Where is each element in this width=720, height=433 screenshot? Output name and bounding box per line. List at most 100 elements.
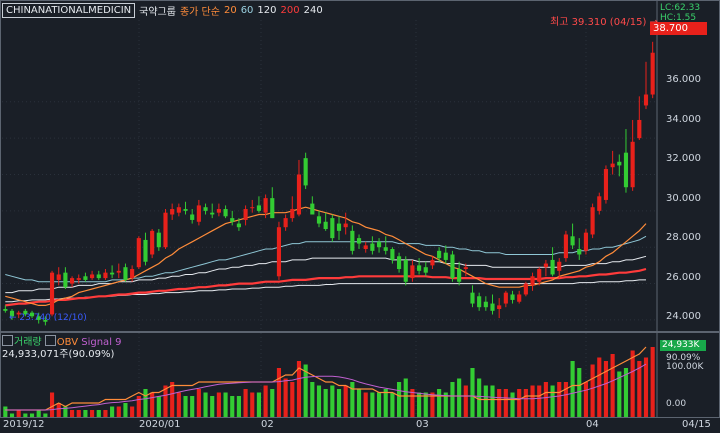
candle-body xyxy=(256,205,261,211)
group-name-label: 국약그룹 xyxy=(139,6,176,18)
candle-body xyxy=(90,274,95,279)
volume-bar xyxy=(603,361,609,417)
candle-body xyxy=(563,234,568,259)
volume-bar xyxy=(517,389,522,417)
current-price-tag: 38.700 xyxy=(650,22,707,35)
volume-bar xyxy=(457,378,462,417)
candle-body xyxy=(330,218,335,239)
candle-body xyxy=(49,272,55,315)
candle-body xyxy=(523,283,528,295)
volume-tag: 24,933K xyxy=(660,340,706,351)
volume-bar xyxy=(363,392,368,417)
candle-body xyxy=(296,174,302,215)
x-tick-label: 2020/01 xyxy=(139,419,181,430)
volume-bar xyxy=(610,354,615,417)
x-tick-label: 04 xyxy=(586,419,599,430)
x-tick-label: 04/15 xyxy=(682,419,711,430)
volume-bar xyxy=(170,382,175,417)
y-tick-label: 36.000 xyxy=(666,74,701,85)
volume-bar xyxy=(143,389,148,417)
candle-body xyxy=(203,207,208,211)
candle-body xyxy=(3,309,8,311)
candle-body xyxy=(623,152,629,188)
volume-bar xyxy=(243,389,248,417)
y-tick-label: 28.000 xyxy=(666,232,701,243)
candle-body xyxy=(243,209,248,220)
volume-axis-tick: 0.00 xyxy=(666,399,687,409)
candle-body xyxy=(617,161,622,166)
candle-body xyxy=(216,209,221,213)
y-tick-label: 30.000 xyxy=(666,193,701,204)
candle-body xyxy=(637,119,642,139)
candle-body xyxy=(550,259,555,275)
volume-bar xyxy=(510,392,515,417)
candle-body xyxy=(190,214,195,220)
candle-body xyxy=(450,254,455,279)
y-tick-label: 32.000 xyxy=(666,153,701,164)
volume-bar xyxy=(9,413,15,417)
volume-bar xyxy=(43,413,48,417)
volume-bar xyxy=(96,410,101,417)
candle-body xyxy=(163,212,168,248)
volume-bar xyxy=(76,410,81,417)
candle-body xyxy=(136,238,141,268)
candle-body xyxy=(143,239,148,262)
volume-bar xyxy=(176,392,181,417)
volume-bar xyxy=(316,385,322,417)
volume-bar xyxy=(437,389,442,417)
x-tick-label: 2019/12 xyxy=(3,419,45,430)
candle-body xyxy=(83,276,88,280)
volume-bar xyxy=(90,410,95,417)
candle-body xyxy=(376,241,382,248)
volume-bar xyxy=(410,389,415,417)
volume-bar xyxy=(16,410,21,417)
volume-bar xyxy=(196,389,201,417)
candle-body xyxy=(537,269,542,282)
x-tick-label: 03 xyxy=(416,419,429,430)
ma-period-240: 240 xyxy=(303,4,323,16)
candle-body xyxy=(323,221,328,230)
candle-body xyxy=(156,232,161,248)
price-chart[interactable] xyxy=(0,0,720,433)
volume-bar xyxy=(343,385,348,417)
volume-bar xyxy=(637,361,642,417)
volume-bar xyxy=(110,406,115,417)
volume-bar xyxy=(397,382,402,417)
candle-body xyxy=(383,247,388,251)
chart-legend: CHINANATIONALMEDICIN 국약그룹 종가 단순 20 60 12… xyxy=(2,2,323,18)
candle-body xyxy=(530,276,535,286)
candle-body xyxy=(63,272,68,288)
x-tick-label: 02 xyxy=(261,419,274,430)
ma120-line xyxy=(5,255,647,294)
lc-label: LC:62.33 xyxy=(660,3,701,13)
ma-period-200: 200 xyxy=(280,4,300,16)
candle-body xyxy=(70,278,75,284)
candle-body xyxy=(503,292,508,304)
volume-bar xyxy=(116,406,121,417)
volume-bar xyxy=(330,385,335,417)
candle-body xyxy=(76,278,81,280)
volume-bar xyxy=(470,368,475,417)
candle-body xyxy=(470,292,475,304)
ma-period-120: 120 xyxy=(257,4,277,16)
candle-body xyxy=(96,274,101,279)
volume-bar xyxy=(230,396,235,417)
candle-body xyxy=(583,232,588,251)
candle-body xyxy=(303,158,308,186)
candle-body xyxy=(457,269,462,282)
ma-type-label[interactable]: 종가 단순 xyxy=(180,3,220,18)
volume-bar xyxy=(403,378,408,417)
candle-body xyxy=(543,263,548,268)
volume-axis-tick: 100.00K xyxy=(666,362,704,372)
volume-bar xyxy=(190,396,195,417)
volume-bar xyxy=(36,410,41,417)
candle-body xyxy=(130,269,135,279)
candle-body xyxy=(430,259,435,266)
candle-body xyxy=(223,209,228,217)
candle-body xyxy=(577,249,582,255)
volume-bar xyxy=(3,406,8,417)
symbol-label[interactable]: CHINANATIONALMEDICIN xyxy=(2,2,136,18)
candle-body xyxy=(230,218,235,222)
volume-bar xyxy=(503,389,508,417)
volume-bar xyxy=(450,382,455,417)
